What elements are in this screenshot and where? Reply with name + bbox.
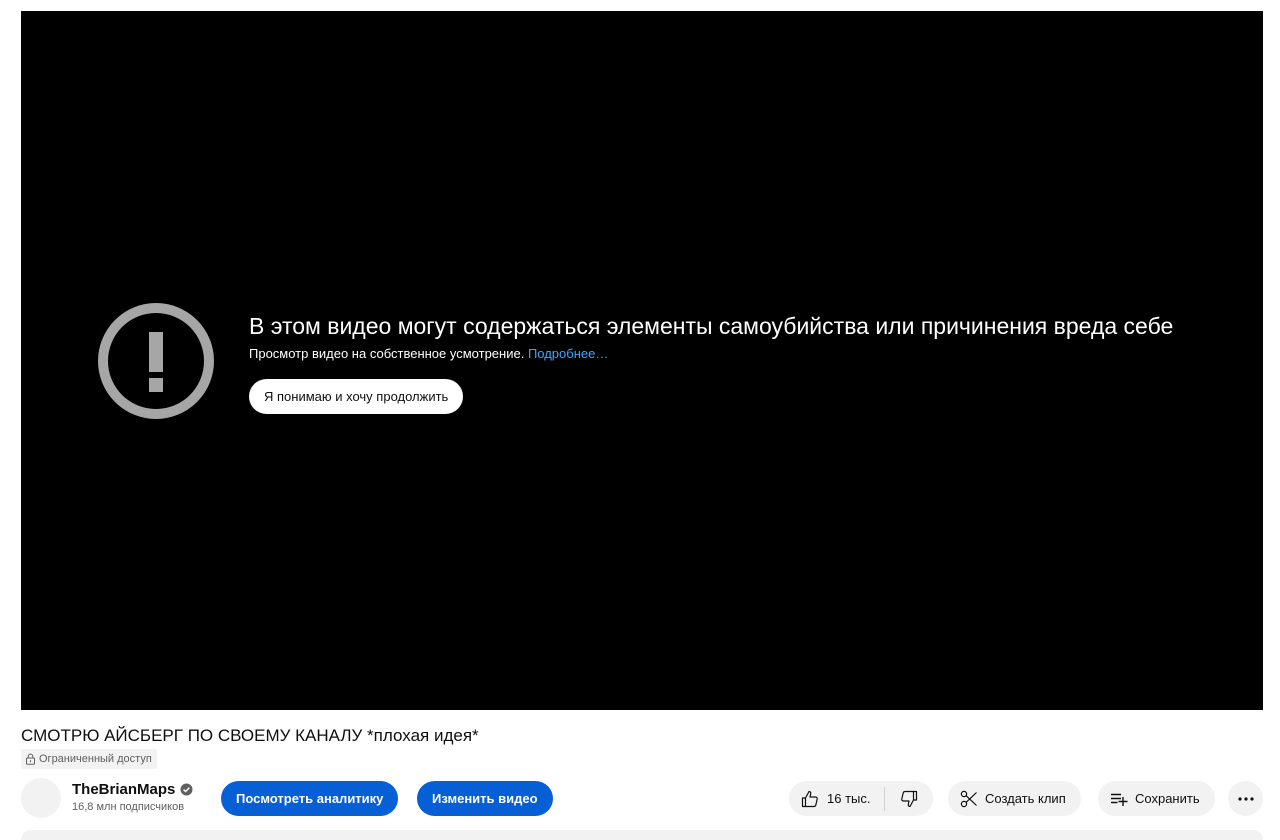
warning-title: В этом видео могут содержаться элементы … <box>249 313 1174 339</box>
video-player[interactable]: В этом видео могут содержаться элементы … <box>21 11 1263 710</box>
subscriber-count: 16,8 млн подписчиков <box>72 801 185 813</box>
thumbs-down-icon <box>901 790 918 807</box>
content-warning: В этом видео могут содержаться элементы … <box>249 312 1249 414</box>
edit-video-button[interactable]: Изменить видео <box>417 781 553 816</box>
lock-icon <box>26 753 35 765</box>
continue-button[interactable]: Я понимаю и хочу продолжить <box>249 379 464 414</box>
save-button[interactable]: Сохранить <box>1098 781 1215 816</box>
save-label[interactable]: Сохранить <box>1135 791 1200 806</box>
channel-avatar[interactable] <box>21 778 61 818</box>
exclamation-circle-icon <box>98 303 214 419</box>
visibility-badge-label: Ограниченный доступ <box>39 753 152 765</box>
playlist-add-icon <box>1111 793 1128 806</box>
like-dislike-group: 16 тыс. <box>789 781 934 816</box>
like-button[interactable]: 16 тыс. <box>789 781 884 816</box>
verified-check-icon <box>180 783 193 796</box>
description-box[interactable] <box>21 830 1263 840</box>
learn-more-link[interactable]: Подробнее… <box>528 346 608 361</box>
create-clip-label[interactable]: Создать клип <box>985 791 1066 806</box>
warning-subtitle-text: Просмотр видео на собственное усмотрение… <box>249 346 525 361</box>
dislike-button[interactable] <box>885 781 933 816</box>
view-analytics-button[interactable]: Посмотреть аналитику <box>221 781 399 816</box>
warning-subtitle: Просмотр видео на собственное усмотрение… <box>249 345 1249 363</box>
like-count: 16 тыс. <box>827 791 871 806</box>
video-title: СМОТРЮ АЙСБЕРГ ПО СВОЕМУ КАНАЛУ *плохая … <box>21 726 479 745</box>
more-horizontal-icon <box>1237 796 1254 801</box>
channel-name[interactable]: TheBrianMaps <box>72 781 193 798</box>
channel-name-text[interactable]: TheBrianMaps <box>72 781 175 798</box>
create-clip-button[interactable]: Создать клип <box>948 781 1081 816</box>
visibility-badge: Ограниченный доступ <box>21 749 157 769</box>
more-actions-button[interactable] <box>1228 781 1263 816</box>
scissors-icon <box>960 790 977 807</box>
thumbs-up-icon <box>801 790 818 807</box>
